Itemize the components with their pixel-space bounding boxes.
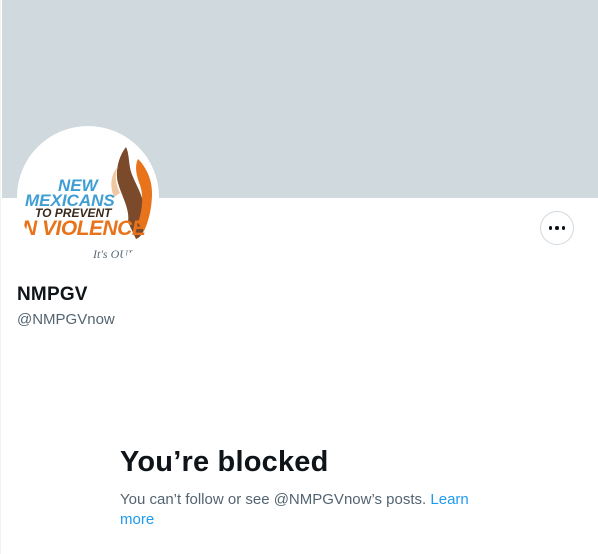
profile-avatar[interactable]: NEW MEXICANS TO PREVENT N VIOLENCE It's …	[18, 127, 158, 267]
logo-line-4: N VIOLENCE	[22, 217, 147, 240]
profile-page: NEW MEXICANS TO PREVENT N VIOLENCE It's …	[0, 0, 598, 554]
blocked-message: You can’t follow or see @NMPGVnow’s post…	[120, 490, 500, 530]
more-horizontal-icon	[548, 226, 566, 230]
profile-handle: @NMPGVnow	[17, 311, 115, 328]
profile-name: NMPGV	[17, 284, 88, 305]
logo-tagline: It's OUR	[92, 247, 136, 261]
blocked-title: You’re blocked	[120, 446, 329, 478]
avatar-logo-image: NEW MEXICANS TO PREVENT N VIOLENCE It's …	[18, 127, 158, 267]
more-options-button[interactable]	[540, 211, 574, 245]
blocked-message-text: You can’t follow or see @NMPGVnow’s post…	[120, 491, 427, 508]
